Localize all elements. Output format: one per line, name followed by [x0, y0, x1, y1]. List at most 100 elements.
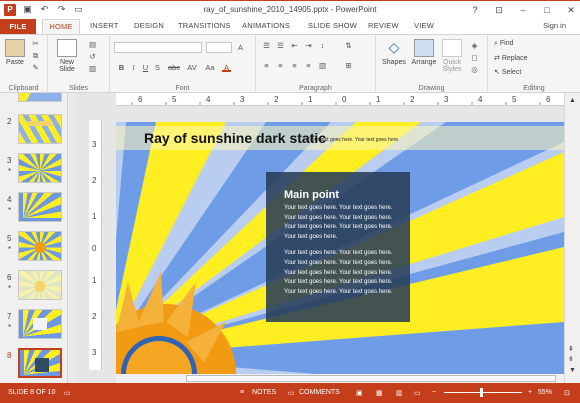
italic-button[interactable]: I — [129, 63, 138, 72]
close-icon[interactable]: ✕ — [564, 3, 578, 17]
columns-icon[interactable]: ▥ — [318, 61, 327, 70]
new-slide-button[interactable]: New Slide — [54, 39, 80, 73]
sign-in-link[interactable]: Sign in — [543, 21, 566, 30]
find-button[interactable]: ⌕ Find — [494, 40, 514, 48]
quick-styles-button[interactable]: Quick Styles — [440, 39, 464, 73]
increase-indent-icon[interactable]: ⇥ — [304, 41, 313, 50]
scroll-down-icon[interactable]: ▼ — [569, 367, 576, 374]
previous-slide-icon[interactable]: ⇞ — [568, 345, 577, 353]
justify-icon[interactable]: ≡ — [304, 61, 313, 70]
shapes-button[interactable]: ◇ Shapes — [380, 39, 408, 66]
spelling-icon[interactable]: ▭ — [64, 389, 71, 397]
font-size-combo[interactable] — [206, 42, 232, 53]
normal-view-icon[interactable]: ▣ — [356, 389, 363, 397]
main-point-box[interactable]: Main point Your text goes here. Your tex… — [266, 172, 410, 322]
tab-review[interactable]: REVIEW — [368, 21, 399, 30]
minimize-icon[interactable]: – — [516, 3, 530, 17]
maximize-icon[interactable]: □ — [540, 3, 554, 17]
thumbnail-scrollbar[interactable] — [68, 93, 76, 383]
horizontal-scrollbar[interactable] — [116, 374, 564, 383]
tab-animations[interactable]: ANIMATIONS — [242, 21, 290, 30]
slide-thumbnail[interactable] — [18, 270, 62, 300]
bold-button[interactable]: B — [117, 63, 126, 72]
copy-icon[interactable]: ⧉ — [31, 51, 40, 60]
arrange-button[interactable]: Arrange — [409, 39, 439, 66]
paste-button[interactable]: Paste — [4, 39, 26, 66]
slide-thumbnail[interactable] — [18, 153, 62, 183]
strikethrough-button[interactable]: abc — [167, 63, 181, 72]
comments-icon[interactable]: ▭ — [288, 389, 295, 397]
select-button[interactable]: ↖ Select — [494, 68, 521, 76]
quick-styles-icon — [442, 39, 462, 57]
notes-button[interactable]: NOTES — [252, 389, 276, 396]
slide-show-icon[interactable]: ▭ — [414, 389, 421, 397]
decrease-indent-icon[interactable]: ⇤ — [290, 41, 299, 50]
slide-thumbnail[interactable] — [18, 231, 62, 261]
text-direction-icon[interactable]: ⇅ — [344, 41, 353, 50]
tab-view[interactable]: VIEW — [414, 21, 434, 30]
cut-icon[interactable]: ✂ — [31, 39, 40, 48]
font-name-combo[interactable] — [114, 42, 202, 53]
thumbnail-row[interactable]: 3 * — [0, 152, 67, 188]
notes-icon[interactable]: ≡ — [240, 389, 244, 396]
slide-title[interactable]: Ray of sunshine dark static — [144, 130, 326, 146]
tab-home[interactable]: HOME — [42, 19, 80, 35]
shape-outline-icon[interactable]: ◻ — [470, 53, 479, 62]
comments-button[interactable]: COMMENTS — [299, 389, 340, 396]
zoom-in-icon[interactable]: + — [528, 389, 532, 396]
fit-slide-icon[interactable]: ⊡ — [564, 389, 570, 397]
thumbnail-row[interactable]: 2 — [0, 113, 67, 149]
scroll-up-icon[interactable]: ▲ — [569, 97, 576, 104]
replace-button[interactable]: ⇄ Replace — [494, 54, 528, 62]
numbering-icon[interactable]: ☰ — [276, 41, 285, 50]
slide-sorter-icon[interactable]: ▦ — [376, 389, 383, 397]
format-painter-icon[interactable]: ✎ — [31, 63, 40, 72]
tab-design[interactable]: DESIGN — [134, 21, 164, 30]
thumbnail-row[interactable]: 4 * — [0, 191, 67, 227]
layout-icon[interactable]: ▤ — [88, 40, 97, 49]
zoom-slider-thumb[interactable] — [480, 388, 483, 397]
ribbon-display-icon[interactable]: ⊡ — [492, 3, 506, 17]
slide-thumbnail[interactable] — [18, 93, 62, 102]
slide-thumbnail[interactable] — [18, 192, 62, 222]
slide-thumbnail[interactable] — [18, 309, 62, 339]
zoom-slider[interactable] — [444, 392, 522, 393]
shape-fill-icon[interactable]: ◈ — [470, 41, 479, 50]
vertical-scrollbar[interactable]: ▲ ⇞ ⇟ ▼ — [564, 93, 580, 383]
zoom-level[interactable]: 55% — [538, 389, 552, 396]
line-spacing-icon[interactable]: ↕ — [318, 41, 327, 50]
align-right-icon[interactable]: ≡ — [290, 61, 299, 70]
tab-file[interactable]: FILE — [0, 19, 36, 34]
tab-insert[interactable]: INSERT — [90, 21, 119, 30]
reading-view-icon[interactable]: ▥ — [396, 389, 403, 397]
horizontal-scrollbar-thumb[interactable] — [186, 375, 556, 382]
zoom-out-icon[interactable]: − — [432, 389, 436, 396]
slide-thumbnail[interactable] — [18, 114, 62, 144]
shadow-button[interactable]: S — [153, 63, 162, 72]
slide-canvas[interactable]: Ray of sunshine dark static Your text go… — [116, 122, 564, 374]
character-spacing-button[interactable]: AV — [186, 63, 198, 72]
slides-group-label: Slides — [68, 85, 89, 92]
thumbnail-row[interactable]: 7 * — [0, 308, 67, 344]
thumbnail-row[interactable]: 6 * — [0, 269, 67, 305]
help-icon[interactable]: ? — [468, 3, 482, 17]
thumbnail-row[interactable]: 8 — [0, 347, 67, 383]
thumbnail-row[interactable] — [0, 93, 67, 107]
shape-effects-icon[interactable]: ◎ — [470, 65, 479, 74]
underline-button[interactable]: U — [141, 63, 150, 72]
font-color-button[interactable]: A — [222, 63, 231, 72]
tab-slide-show[interactable]: SLIDE SHOW — [308, 21, 357, 30]
thumbnail-row[interactable]: 5 * — [0, 230, 67, 266]
align-left-icon[interactable]: ≡ — [262, 61, 271, 70]
smartart-icon[interactable]: ⊞ — [344, 61, 353, 70]
slide-thumbnail-selected[interactable] — [18, 348, 62, 378]
tab-transitions[interactable]: TRANSITIONS — [178, 21, 231, 30]
change-case-button[interactable]: Aa — [204, 63, 216, 72]
next-slide-icon[interactable]: ⇟ — [568, 355, 577, 363]
section-icon[interactable]: ▥ — [88, 64, 97, 73]
align-center-icon[interactable]: ≡ — [276, 61, 285, 70]
grow-font-icon[interactable]: A — [236, 43, 245, 52]
slide-subtitle[interactable]: Your text goes here. Your text goes here… — [309, 137, 399, 143]
reset-icon[interactable]: ↺ — [88, 52, 97, 61]
bullets-icon[interactable]: ☰ — [262, 41, 271, 50]
